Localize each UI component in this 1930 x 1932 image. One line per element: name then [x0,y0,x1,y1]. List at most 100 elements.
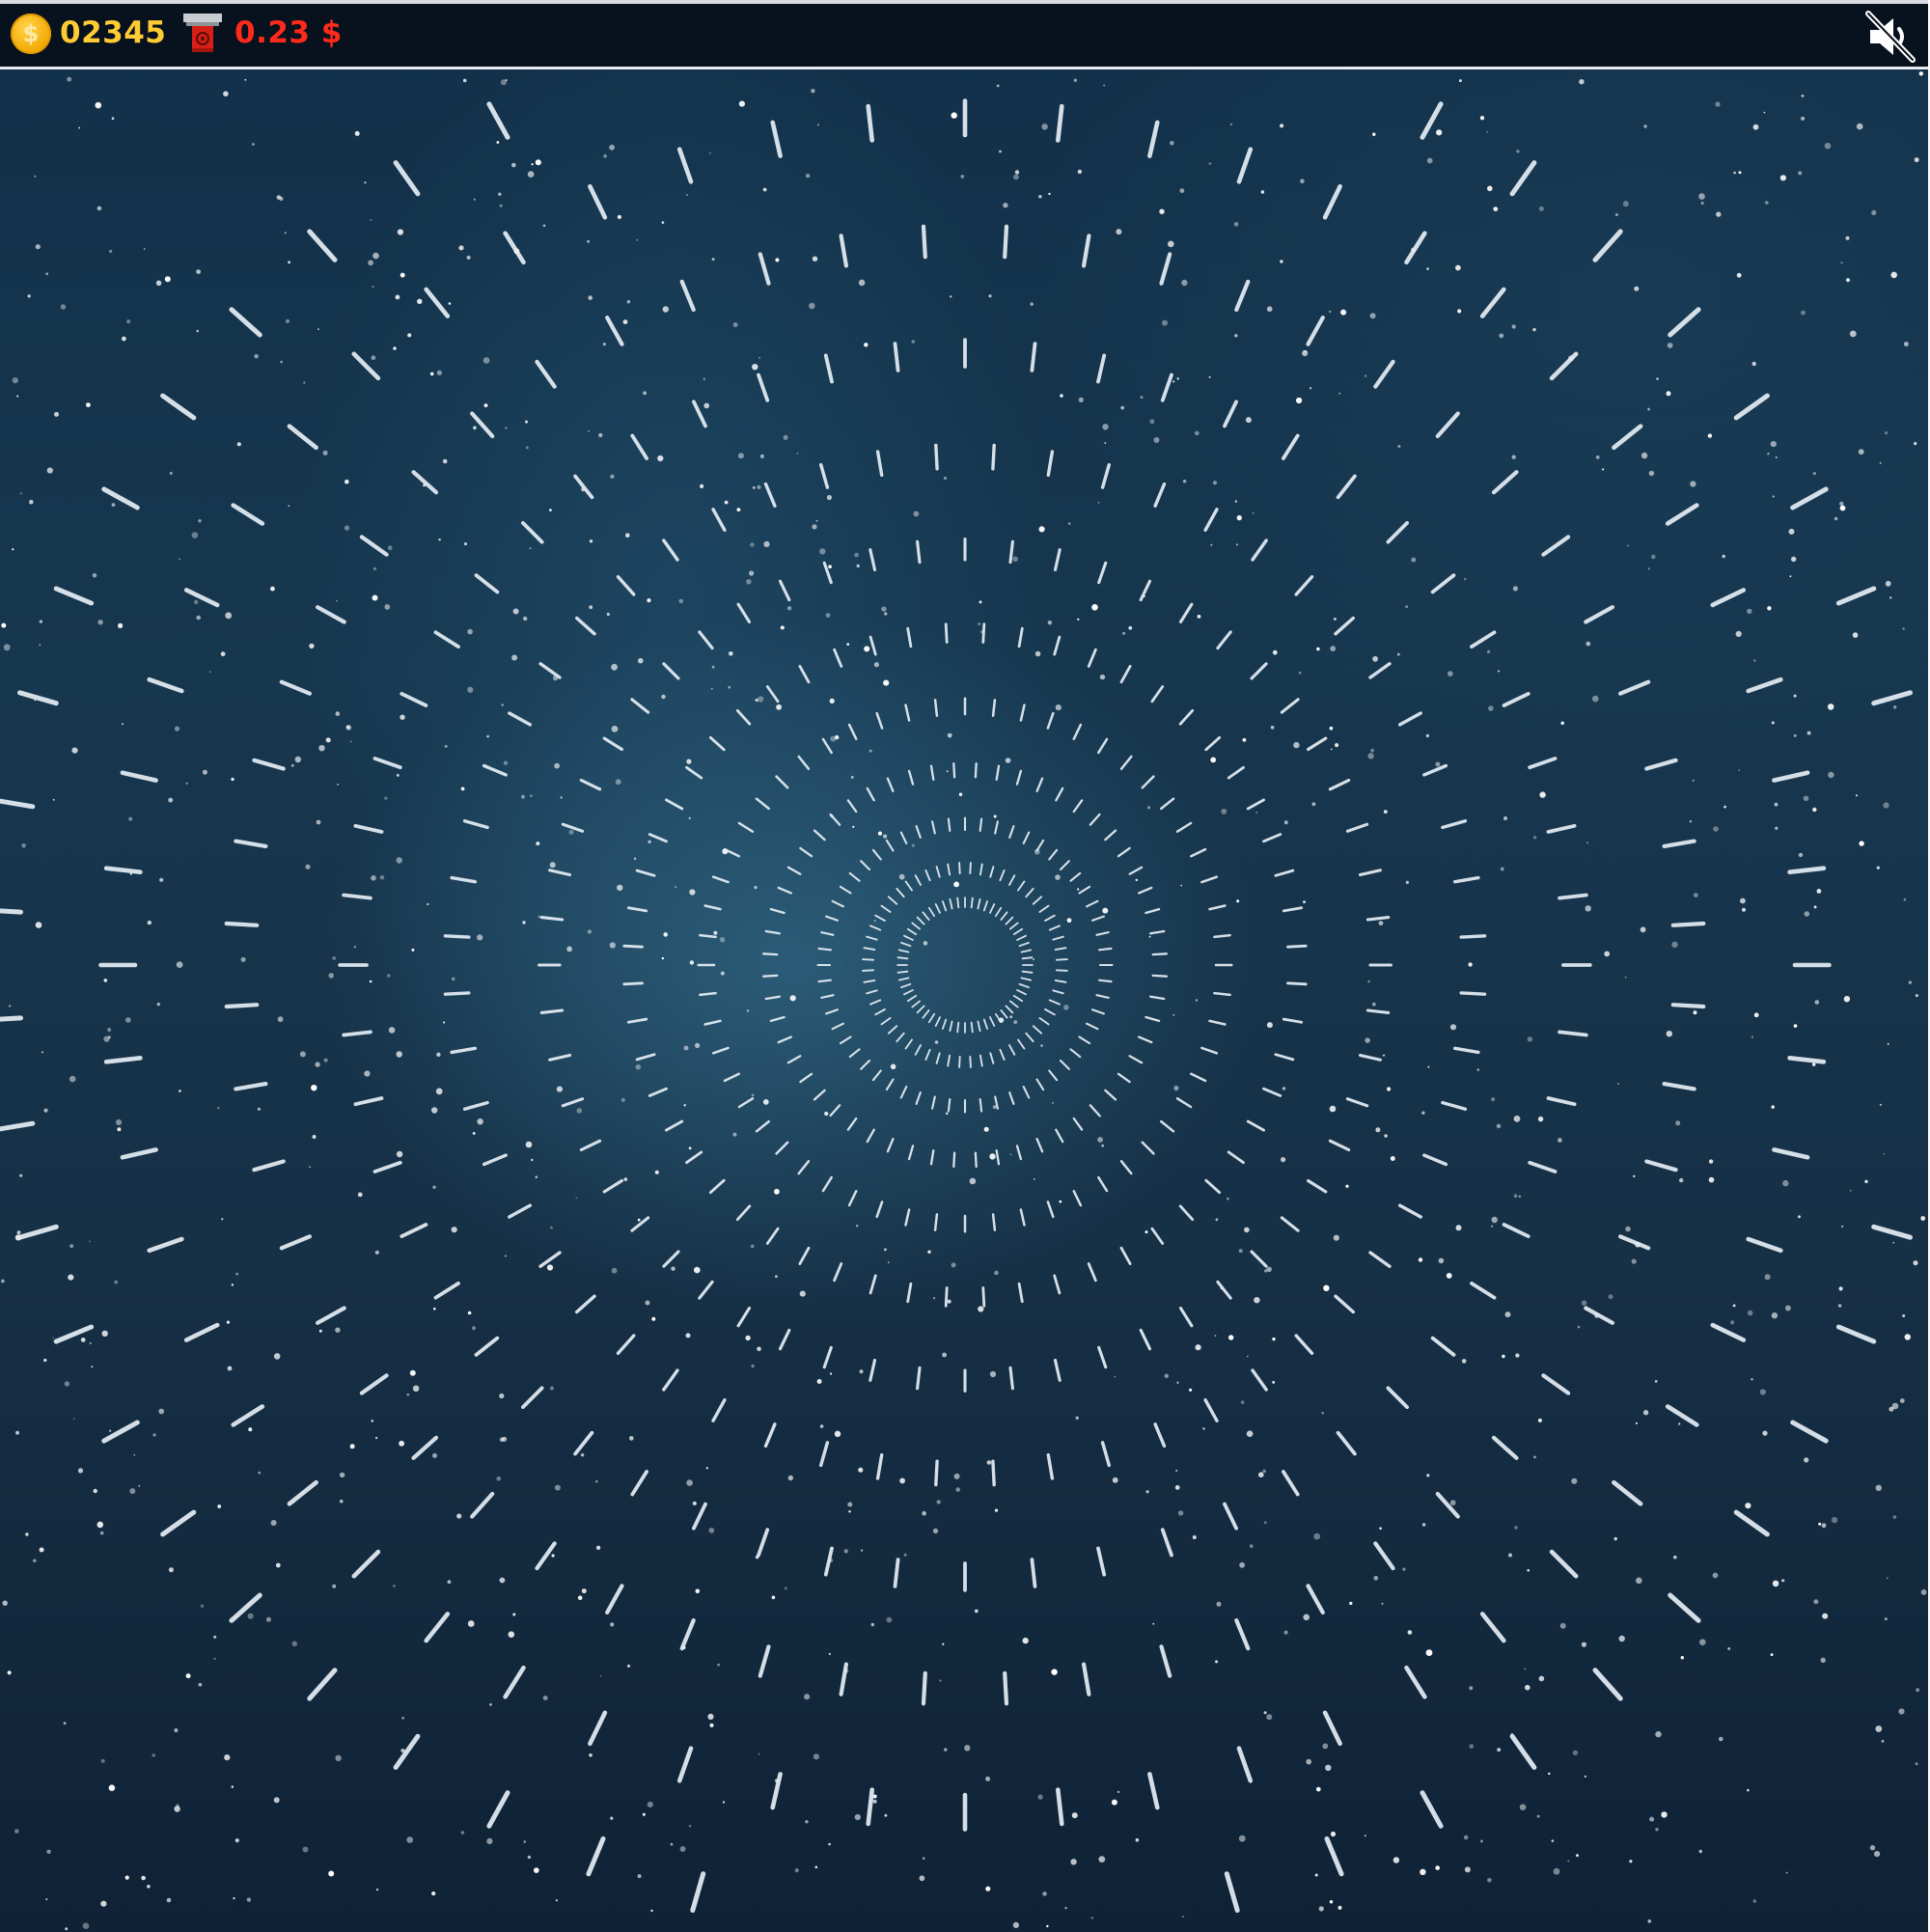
warp-streak [1584,1306,1615,1325]
warp-streak [698,630,714,650]
warp-streak [1710,1322,1747,1342]
warp-streak [1204,735,1222,752]
warp-streak [1435,1491,1460,1519]
warp-streak [981,1286,986,1308]
warp-streak [822,1345,833,1369]
warp-streak [1008,1044,1016,1056]
warp-streak [934,1016,941,1027]
warp-streak [1509,1733,1537,1770]
warp-streak [1190,1072,1207,1083]
warp-streak [820,994,835,999]
warp-streak [1055,958,1068,961]
warp-streak [757,373,770,402]
warp-streak [916,539,922,565]
warp-streak [103,866,143,875]
warp-streak [1147,1772,1160,1810]
warp-streak [921,1670,927,1706]
warp-streak [1373,1541,1395,1571]
warp-streak [1059,1059,1070,1070]
warp-streak [866,103,875,143]
warp-streak [1159,252,1172,286]
warp-streak [1541,535,1571,557]
warp-streak [443,991,471,996]
warp-streak [1048,848,1059,861]
warp-streak [1003,224,1009,260]
warp-streak [393,160,421,197]
warp-streak [1117,846,1131,858]
warp-streak [931,1095,936,1110]
warp-streak [1294,575,1314,596]
warp-streak [1190,847,1207,858]
warp-streak [539,1008,565,1014]
warp-streak [1025,887,1034,898]
warp-streak [1035,1138,1044,1153]
warp-streak [548,869,572,877]
warp-streak [1015,1145,1023,1161]
warp-streak [353,1096,384,1107]
warp-streak [904,704,911,722]
warp-streak [685,765,703,780]
warp-streak [1018,942,1030,948]
warp-streak [1018,982,1030,988]
warp-streak [933,1213,939,1231]
warp-streak [1069,871,1082,882]
warp-streak [869,925,882,931]
warp-streak [372,1160,402,1173]
top-hud-bar: $ 02345 0.23 $ [0,0,1930,69]
warp-streak [1280,698,1300,714]
warp-streak [1055,1128,1064,1144]
warp-streak [1100,462,1112,489]
warp-streak [1089,813,1101,826]
warp-streak [797,755,811,770]
speaker-muted-icon[interactable] [1862,10,1916,64]
warp-streak [474,1336,500,1357]
warp-streak [914,1044,922,1056]
warp-streak [342,893,372,900]
warp-streak [575,616,596,636]
warp-streak [952,1151,956,1169]
warp-streak [1119,755,1133,770]
warp-streak [1224,1871,1240,1913]
warp-streak [351,351,381,381]
warp-streak [1710,588,1747,608]
warp-streak [1307,736,1328,752]
warp-streak [711,1046,730,1055]
warp-streak [287,424,318,451]
warp-streak [765,1227,780,1245]
warp-streak [521,521,544,544]
warp-streak [1282,433,1300,460]
warp-streak [1479,287,1506,318]
warp-streak [1670,921,1706,927]
warp-streak [1072,723,1083,740]
warp-streak [862,969,875,972]
warp-streak [575,1294,596,1314]
warp-streak [662,1250,680,1268]
warp-streak [1020,949,1033,953]
warp-streak [903,989,914,996]
warp-streak [17,690,59,706]
warp-streak [989,903,996,914]
atm-withdraw-icon[interactable] [183,12,222,56]
game-screen[interactable]: $ 02345 0.23 $ [0,0,1930,1932]
warp-streak [995,906,1003,918]
warp-streak [1746,676,1783,694]
warp-streak [970,897,974,909]
warp-streak [869,999,882,1006]
warp-streak [874,914,886,922]
warp-streak [1549,1549,1579,1579]
warp-streak [1175,1097,1193,1109]
warp-streak [1153,482,1167,508]
warp-streak [1282,1017,1304,1024]
warp-streak [1095,994,1110,999]
warp-streak [995,1012,1003,1024]
warp-streak [103,1056,143,1064]
warp-streak [1160,797,1175,811]
warp-streak [1053,1358,1062,1382]
warp-streak [981,622,986,644]
warp-streak [1358,869,1382,877]
warp-streak [929,1149,935,1166]
warp-streak [847,723,858,740]
warp-streak [662,662,680,680]
warp-streak [847,1190,858,1207]
warp-streak [1178,602,1194,623]
